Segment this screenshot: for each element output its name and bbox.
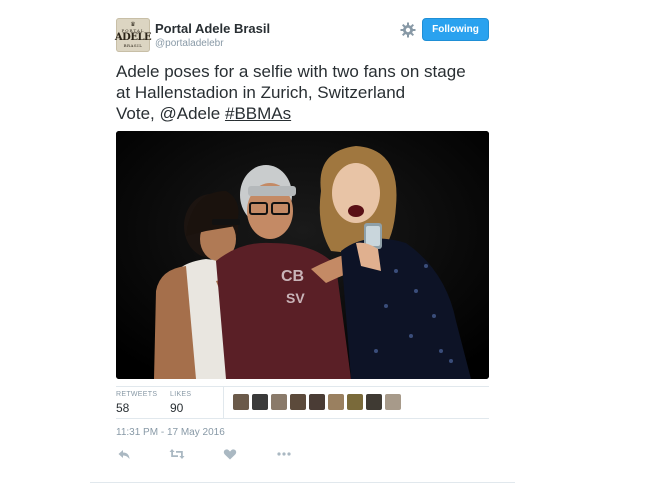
mention-link[interactable]: @Adele [159, 104, 220, 123]
retweet-icon[interactable] [169, 447, 185, 461]
tweet-timestamp[interactable]: 11:31 PM - 17 May 2016 [116, 427, 225, 438]
liker-avatar[interactable] [252, 394, 268, 410]
tweet-line-2: at Hallenstadion in Zurich, Switzerland [116, 83, 406, 102]
reply-icon[interactable] [117, 447, 131, 461]
tweet-text: Adele poses for a selfie with two fans o… [116, 61, 496, 124]
hashtag-link[interactable]: #BBMAs [225, 104, 291, 123]
photo-illustration: CB SV [116, 131, 489, 379]
likes-label[interactable]: LIKES [170, 391, 191, 398]
svg-text:SV: SV [286, 290, 305, 306]
tweet-vote-prefix: Vote, [116, 104, 160, 123]
liker-avatar[interactable] [347, 394, 363, 410]
liker-avatar[interactable] [328, 394, 344, 410]
divider [116, 418, 489, 419]
tweet-card: ♛ PORTAL ADELE BRASIL Portal Adele Brasi… [0, 0, 647, 483]
divider [116, 386, 489, 387]
liker-avatar[interactable] [271, 394, 287, 410]
liker-avatar[interactable] [290, 394, 306, 410]
svg-text:CB: CB [281, 268, 304, 285]
liker-avatar[interactable] [233, 394, 249, 410]
following-button[interactable]: Following [422, 18, 489, 41]
likers-row [233, 394, 401, 410]
avatar-text-main: ADELE [114, 31, 152, 43]
profile-avatar[interactable]: ♛ PORTAL ADELE BRASIL [114, 18, 152, 52]
retweets-label[interactable]: RETWEETS [116, 391, 157, 398]
more-icon[interactable] [276, 447, 292, 461]
avatar-text-bottom: BRASIL [123, 42, 143, 48]
display-name[interactable]: Portal Adele Brasil [155, 21, 270, 36]
liker-avatar[interactable] [309, 394, 325, 410]
gear-icon[interactable] [400, 22, 416, 38]
tweet-line-1: Adele poses for a selfie with two fans o… [116, 62, 466, 81]
crown-icon: ♛ [130, 20, 136, 28]
stats-divider [223, 387, 224, 418]
liker-avatar[interactable] [385, 394, 401, 410]
like-icon[interactable] [223, 447, 237, 461]
liker-avatar[interactable] [366, 394, 382, 410]
tweet-photo[interactable]: CB SV [116, 131, 489, 379]
user-handle[interactable]: @portaladelebr [155, 38, 224, 49]
likes-count[interactable]: 90 [170, 401, 183, 415]
retweets-count[interactable]: 58 [116, 401, 129, 415]
hashtag-text: BBMAs [234, 104, 292, 123]
